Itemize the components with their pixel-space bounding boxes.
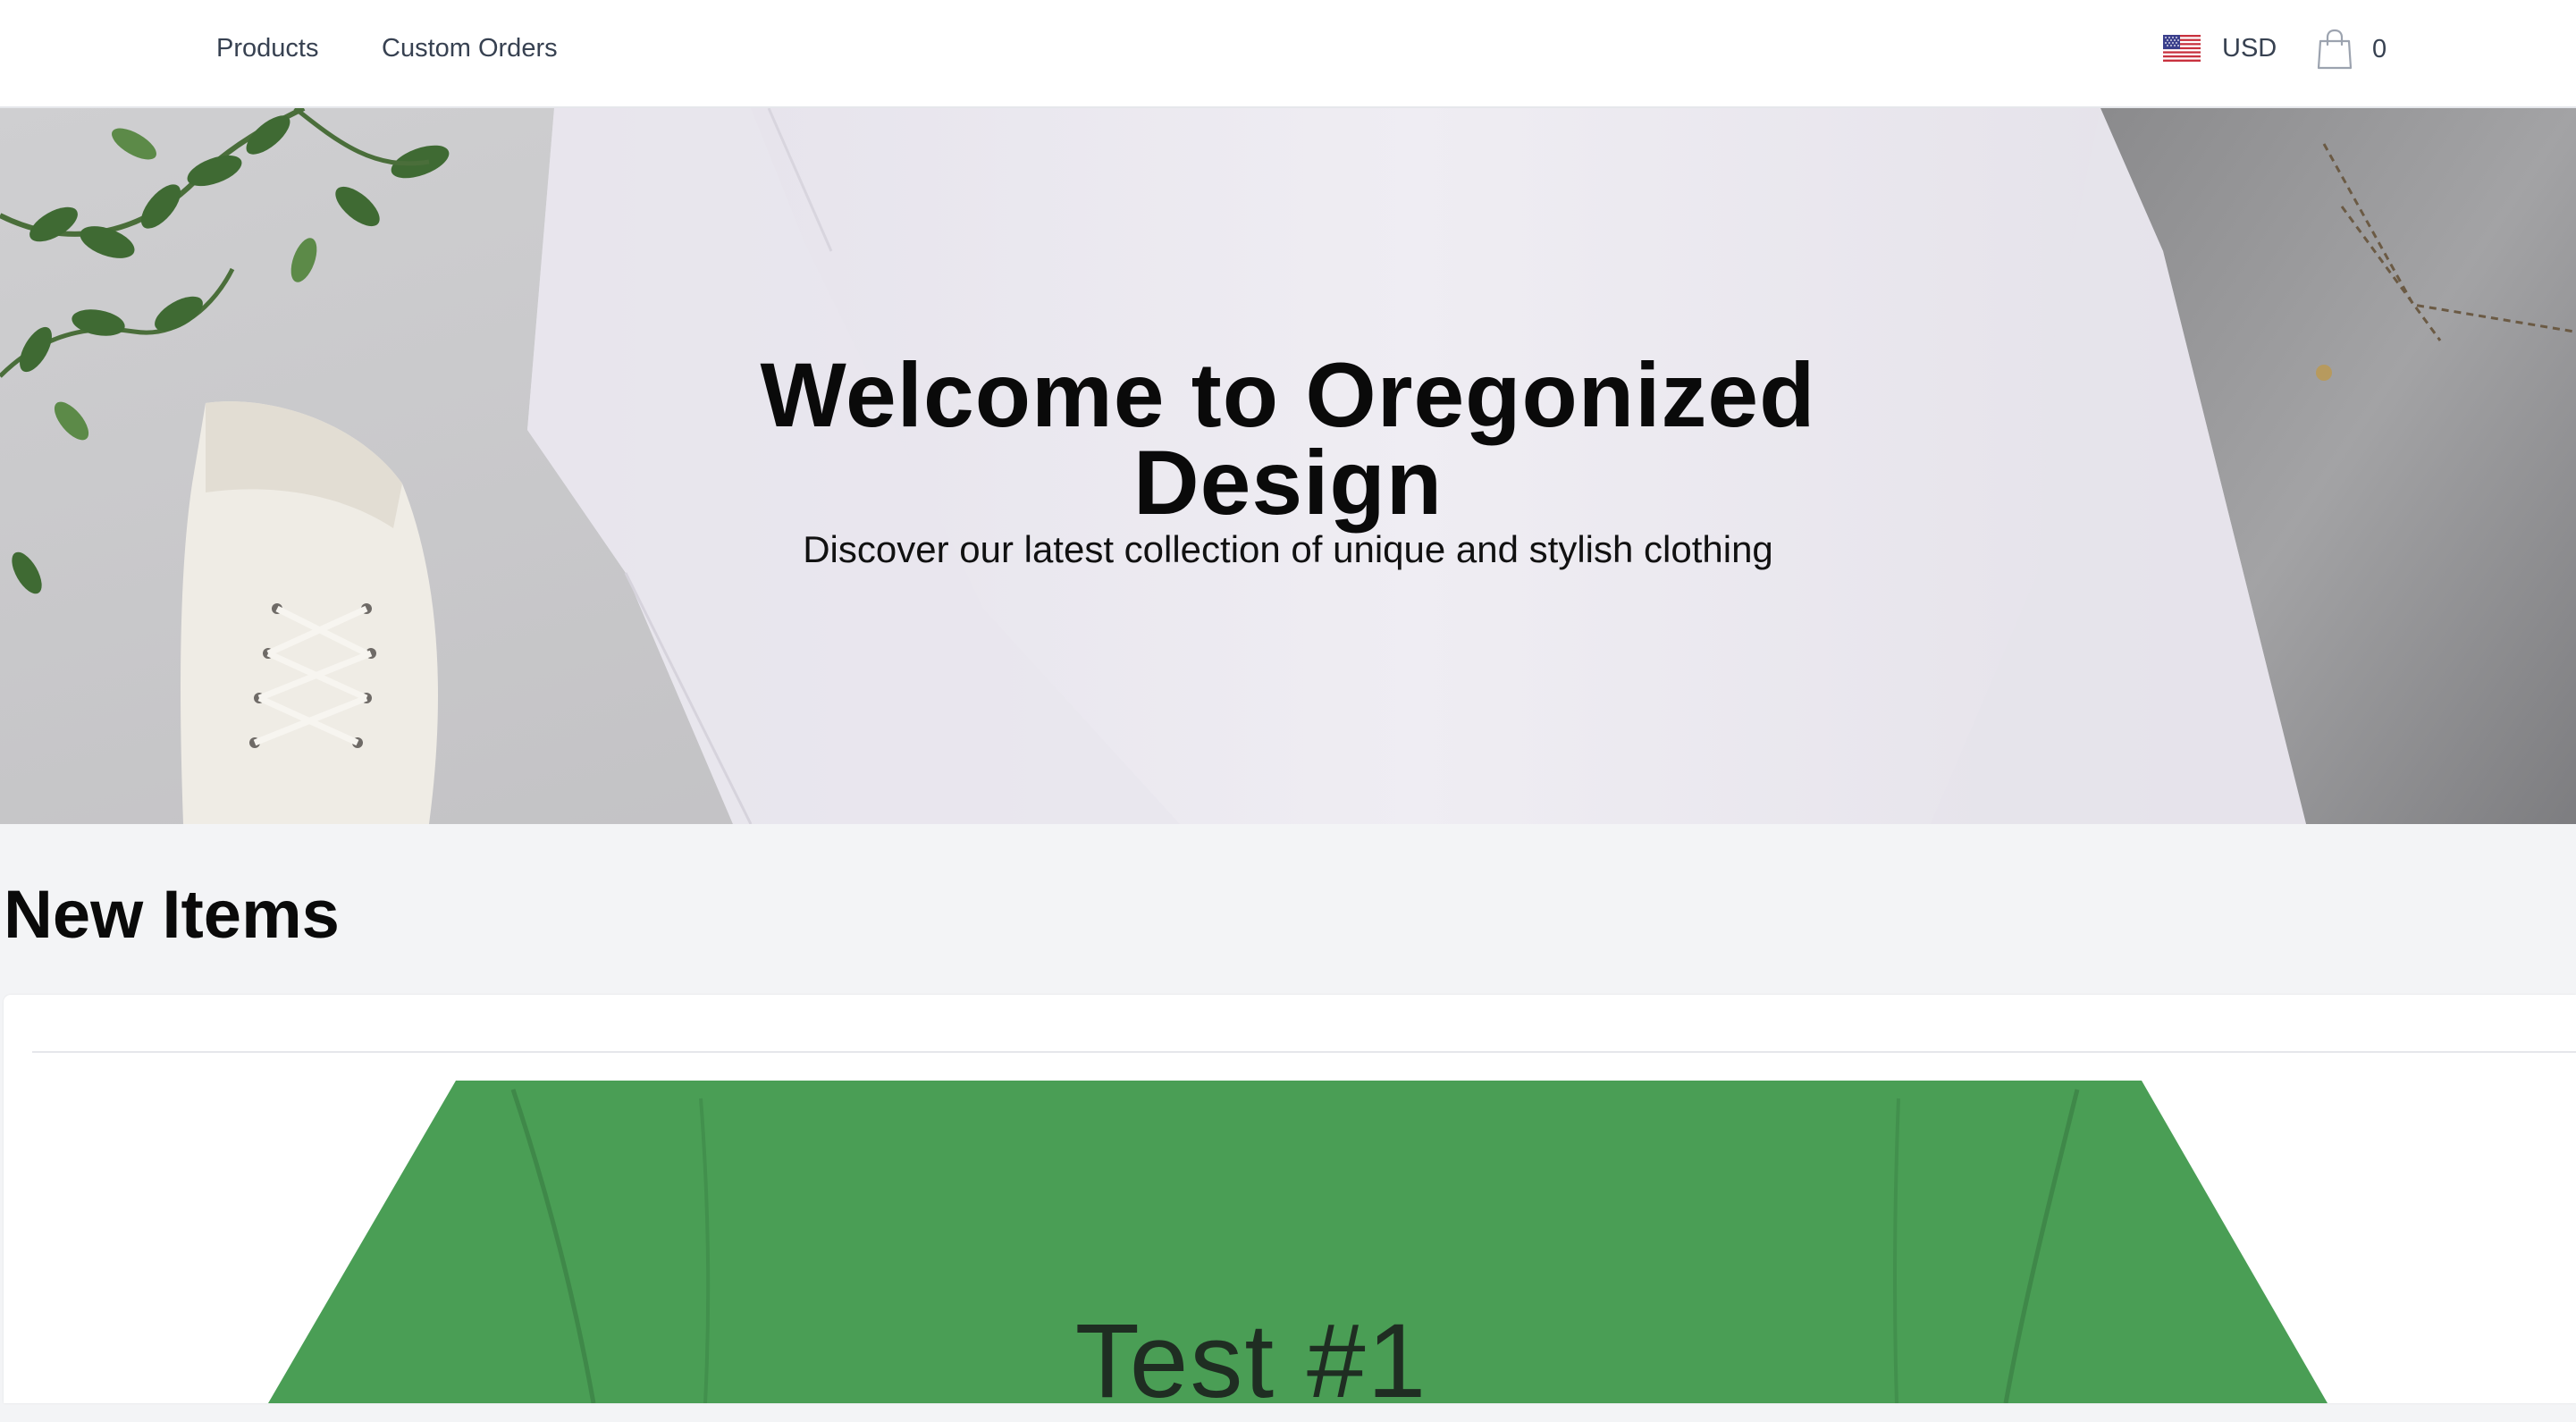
cart-count: 0	[2372, 34, 2387, 63]
cart-button[interactable]: 0	[2317, 27, 2387, 72]
new-items-heading: New Items	[4, 877, 340, 953]
nav-products-link[interactable]: Products	[216, 34, 318, 63]
shopping-bag-icon	[2317, 29, 2353, 70]
site-header: Products Custom Orders USD 0	[0, 0, 2576, 108]
product-print-text: Test #1	[1074, 1302, 1428, 1420]
currency-selector[interactable]: USD	[2163, 30, 2277, 66]
nav-custom-orders-link[interactable]: Custom Orders	[382, 34, 558, 63]
hero-banner: Welcome to Oregonized Design Discover ou…	[0, 108, 2576, 824]
currency-label: USD	[2222, 33, 2277, 63]
card-divider	[32, 1051, 2576, 1053]
hero-subtitle: Discover our latest collection of unique…	[803, 528, 1773, 570]
hero-title: Welcome to Oregonized Design	[760, 344, 1816, 534]
us-flag-icon	[2163, 35, 2201, 62]
